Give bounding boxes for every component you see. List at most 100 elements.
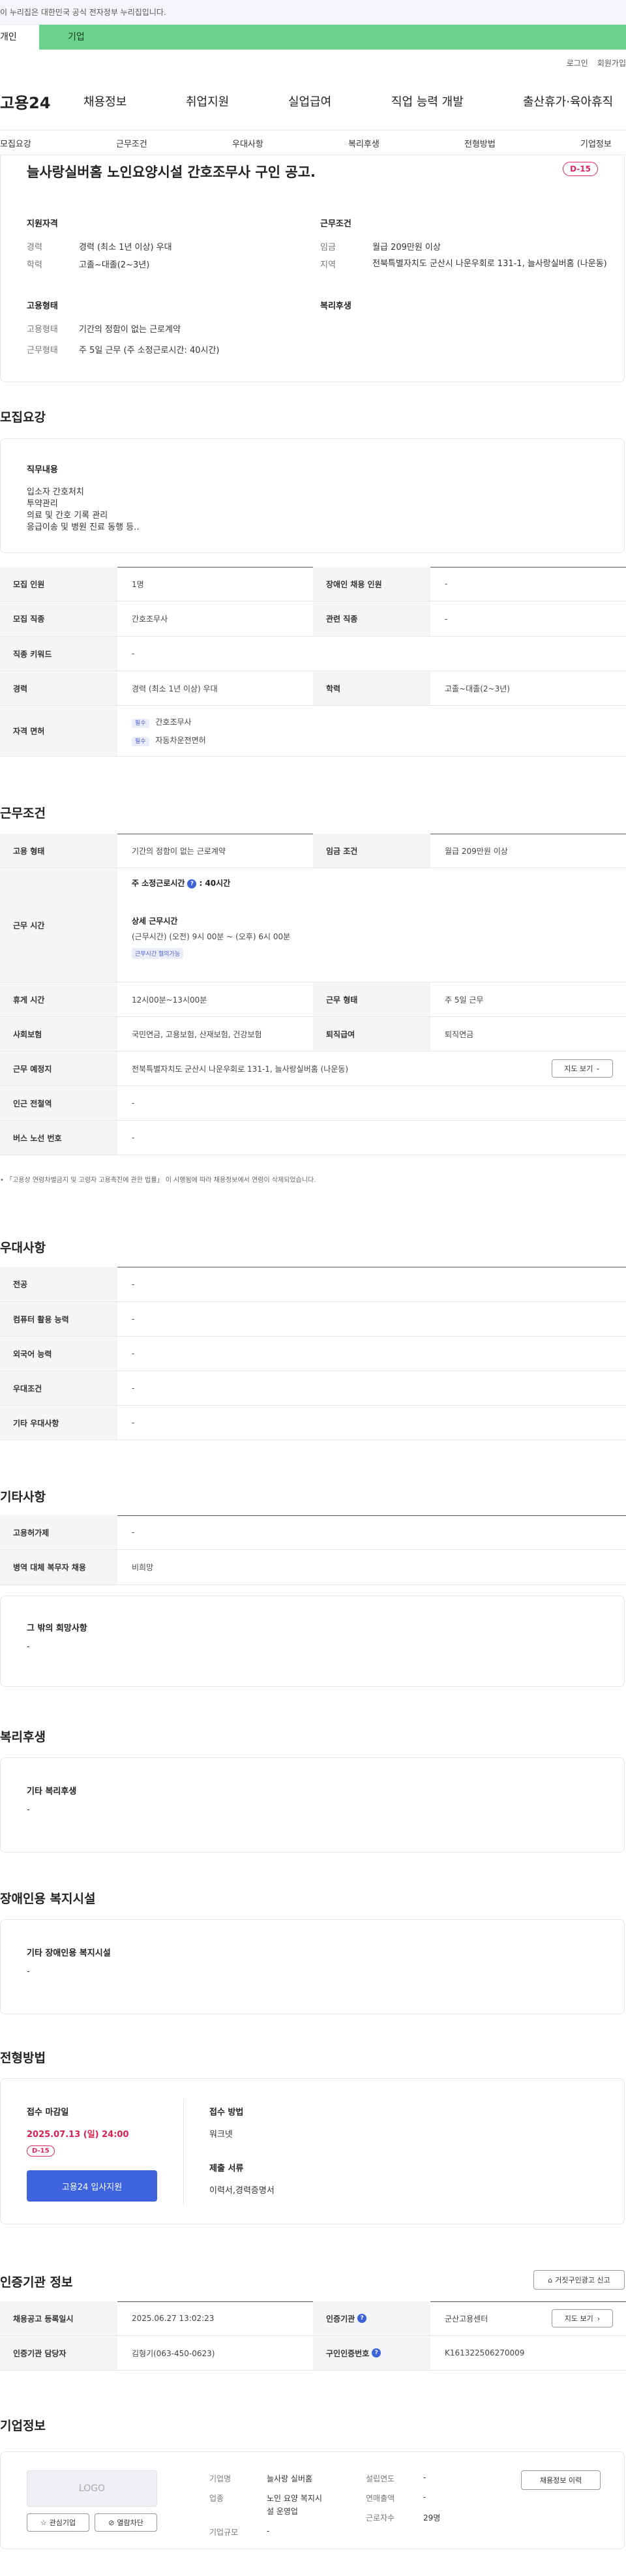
row-value: 2025.06.27 13:02:23 [132,2314,215,2323]
row-label: 외국어 능력 [0,1337,117,1371]
gnb-item-unemployment-benefit[interactable]: 실업급여 [288,93,331,110]
emp-label: 고용형태 [27,325,58,335]
global-nav: 로그인 회원가입 고용24 채용정보 취업지원 실업급여 직업 능력 개발 출산… [0,50,626,130]
duty-line: 응급이송 및 병원 진료 동행 등.. [27,523,140,532]
pref-row: 외국어 능력 - [0,1337,626,1371]
company-size-value: - [267,2526,270,2536]
subtab-apply[interactable]: 전형방법 [464,137,496,149]
company-logo-placeholder: LOGO [27,2470,157,2507]
signup-link[interactable]: 회원가입 [597,57,626,68]
row-label: 전공 [0,1267,117,1301]
pref-section-title: 우대사항 [0,1241,46,1255]
docs-heading: 제출 서류 [209,2164,244,2174]
row-label: 인근 전철역 [0,1086,117,1120]
login-link[interactable]: 로그인 [567,57,588,68]
row-value: - [132,1279,135,1289]
est-year-value: - [423,2473,426,2482]
apply-divider [183,2099,184,2205]
map-view-button[interactable]: 지도 보기 ⌄ [552,1059,613,1078]
tab-business[interactable]: 기업 [39,25,626,50]
info-icon[interactable]: ? [357,2314,367,2323]
report-false-ad-button[interactable]: ⌂ 거짓구인광고 신고 [533,2270,625,2290]
work-hours-row: 근무 시간 주 소정근로시간?: 40시간 상세 근무시간 (근무시간) (오전… [0,868,626,982]
note-text: 「고용상 연령차별금지 및 고령자 고용촉진에 관한 법률」 이 시행됨에 따라… [6,1177,316,1184]
work-row: 휴게 시간 12시00분~13시00분 근무 형태 주 5일 근무 [0,982,626,1017]
deadline-value: 2025.07.13 (일) 24:00 [27,2130,129,2140]
docs-value: 이력서,경력증명서 [209,2186,275,2196]
block-label: 열람차단 [117,2519,143,2527]
row-label: 우대조건 [0,1371,117,1405]
chevron-right-icon: › [597,2314,601,2323]
age-discrimination-note: • 「고용상 연령차별금지 및 고령자 고용촉진에 관한 법률」 이 시행됨에 … [0,1174,316,1184]
company-section-title: 기업정보 [0,2419,46,2433]
job-title: 늘사랑실버홈 노인요양시설 간호조무사 구인 공고. [27,164,316,180]
subtab-recruit[interactable]: 모집요강 [0,137,31,149]
recruit-section-title: 모집요강 [0,410,46,425]
site-logo[interactable]: 고용24 [0,90,51,113]
row-label: 고용허가제 [0,1515,117,1549]
block-icon: ⊘ [108,2518,115,2527]
row-label: 인증기관 담당자 [0,2336,117,2370]
etc-section-title: 기타사항 [0,1490,46,1504]
gnb-item-vocational-training[interactable]: 직업 능력 개발 [391,93,464,110]
sales-label: 연매출액 [366,2494,395,2503]
license-tag: 필수 [132,737,149,746]
gnb-item-parental-leave[interactable]: 출산휴가·육아휴직 [523,93,613,110]
work-place-row: 근무 예정지 전북특별자치도 군산시 나운우회로 131-1, 늘사랑실버홈 (… [0,1052,626,1086]
subtab-welfare[interactable]: 복리후생 [348,137,380,149]
cond-heading: 근무조건 [320,219,351,229]
employees-label: 근로자수 [366,2513,395,2523]
row-value: 고졸~대졸(2~3년) [445,684,510,693]
pref-row: 컴퓨터 활용 능력 - [0,1302,626,1337]
qual-heading: 지원자격 [27,219,58,229]
other-wish-value: - [27,1642,30,1652]
qual-label: 학력 [27,260,42,270]
subtab-company[interactable]: 기업정보 [580,137,612,149]
row-label: 근무 형태 [313,982,430,1016]
welfare-card: 기타 복리후생 - [0,1757,625,1853]
favorite-company-button[interactable]: ☆ 관심기업 [27,2513,89,2532]
license-name: 간호조무사 [155,718,192,727]
info-icon[interactable]: ? [187,879,197,888]
row-label: 인증기관? [313,2301,430,2335]
agency-map-button[interactable]: 지도 보기 › [552,2309,613,2327]
recruit-row: 모집 직종 간호조무사 관련 직종 - [0,601,626,637]
row-label: 채용공고 등록일시 [0,2301,117,2335]
qual-value: 경력 (최소 1년 이상) 우대 [79,243,172,252]
sales-value: - [423,2493,426,2502]
row-value: - [132,1528,135,1537]
subtab-work[interactable]: 근무조건 [116,137,147,149]
row-label: 학력 [313,671,430,705]
row-value: 주 5일 근무 [445,995,484,1005]
row-label: 모집 직종 [0,601,117,636]
row-label: 경력 [0,671,117,705]
cond-value: 전북특별자치도 군산시 나운우회로 131-1, 늘사랑실버홈 (나운동) [372,259,607,269]
emp-heading: 고용형태 [27,301,58,311]
apply-button[interactable]: 고용24 입사지원 [27,2170,157,2202]
favorite-label: 관심기업 [49,2519,76,2527]
row-label: 버스 노선 번호 [0,1121,117,1155]
info-icon[interactable]: ? [372,2348,381,2357]
tab-individual[interactable]: 개인 [0,25,39,50]
row-label: 장애인 채용 인원 [313,567,430,601]
gnb-item-employment-support[interactable]: 취업지원 [186,93,229,110]
note-bullet: • [0,1177,7,1184]
recruit-row: 경력 경력 (최소 1년 이상) 우대 학력 고졸~대졸(2~3년) [0,671,626,706]
company-card: LOGO ☆ 관심기업 ⊘ 열람차단 기업명 늘사랑 실버홈 업종 노인 요양 복지… [0,2451,625,2549]
row-value: K161322506270009 [445,2348,525,2357]
gnb-item-jobs[interactable]: 채용정보 [83,93,127,110]
weekly-hours-label: 주 소정근로시간 [132,879,185,888]
detail-hours-title: 상세 근무시간 [132,917,178,926]
job-summary-card: 늘사랑실버홈 노인요양시설 간호조무사 구인 공고. D-15 지원자격 경력 … [0,155,625,382]
company-size-label: 기업규모 [209,2528,239,2537]
row-value: 12시00분~13시00분 [132,995,207,1005]
hiring-history-button[interactable]: 채용정보 이력 [521,2470,601,2490]
block-view-button[interactable]: ⊘ 열람차단 [95,2513,157,2532]
duty-line: 투약관리 [27,499,58,509]
subtab-pref[interactable]: 우대사항 [232,137,263,149]
row-value: - [132,649,135,658]
row-value: 군산고용센터 [445,2314,488,2324]
recruit-row: 모집 인원 1명 장애인 채용 인원 - [0,567,626,601]
agency-section-title: 인증기관 정보 [0,2275,73,2290]
license-name: 자동차운전면허 [155,736,206,745]
